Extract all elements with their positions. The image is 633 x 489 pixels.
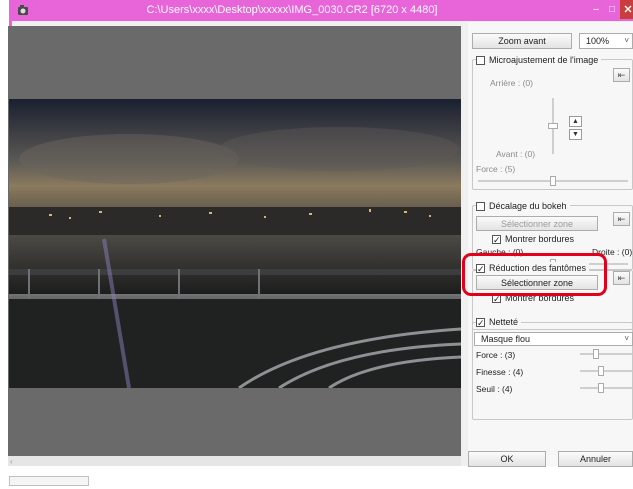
reset-icon: ⇤	[617, 214, 626, 224]
micro-down-button[interactable]: ▼	[569, 129, 582, 140]
sharpness-finesse-label: Finesse : (4)	[476, 367, 524, 377]
ghost-reset-button[interactable]: ⇤	[613, 271, 630, 285]
sharpness-checkbox-row[interactable]: Netteté	[476, 316, 522, 328]
scroll-left-icon[interactable]: ‹	[10, 457, 13, 466]
tools-panel: Zoom avant 100% ˅ Microajustement de l'i…	[468, 22, 633, 467]
cancel-button[interactable]: Annuler	[558, 451, 633, 467]
bokeh-shift-checkbox-row[interactable]: Décalage du bokeh	[476, 200, 570, 212]
ok-button[interactable]: OK	[468, 451, 546, 467]
bokeh-show-borders-checkbox[interactable]	[492, 234, 501, 244]
chevron-up-icon: ▲	[572, 118, 579, 125]
night-industrial-photo	[9, 99, 461, 388]
zoom-in-button[interactable]: Zoom avant	[472, 33, 572, 49]
micro-adjustment-checkbox-row[interactable]: Microajustement de l'image	[476, 54, 602, 66]
micro-reset-button[interactable]: ⇤	[613, 68, 630, 82]
micro-adjustment-label: Microajustement de l'image	[489, 55, 599, 65]
sharpness-finesse-thumb[interactable]	[597, 366, 604, 376]
sharpness-seuil-label: Seuil : (4)	[476, 384, 513, 394]
micro-adjust-vertical-slider[interactable]	[548, 98, 558, 154]
sharpness-force-slider[interactable]	[580, 349, 632, 359]
status-field	[9, 476, 89, 486]
sharpness-force-label: Force : (3)	[476, 350, 516, 360]
bokeh-select-zone-button[interactable]: Sélectionner zone	[476, 216, 598, 231]
micro-avant-label: Avant : (0)	[496, 149, 536, 159]
sharpness-mode-select[interactable]: Masque flou ˅	[474, 332, 633, 346]
sharpness-seuil-thumb[interactable]	[597, 383, 604, 393]
micro-force-thumb[interactable]	[550, 176, 556, 186]
sharpness-label: Netteté	[489, 317, 519, 327]
sharpness-finesse-slider[interactable]	[580, 366, 632, 376]
zoom-level-value: 100%	[586, 36, 610, 46]
reset-icon: ⇤	[617, 273, 626, 283]
close-button[interactable]	[620, 0, 633, 19]
micro-arriere-label: Arrière : (0)	[490, 78, 533, 88]
micro-adjustment-checkbox[interactable]	[476, 55, 485, 65]
bokeh-reset-button[interactable]: ⇤	[613, 212, 630, 226]
close-icon	[624, 5, 631, 13]
minimize-button[interactable]: –	[588, 0, 604, 19]
micro-adjust-thumb[interactable]	[548, 123, 558, 129]
maximize-button[interactable]: □	[604, 0, 620, 19]
micro-force-label: Force : (5)	[476, 164, 516, 174]
sharpness-mode-value: Masque flou	[481, 334, 531, 344]
bokeh-show-borders-label: Montrer bordures	[505, 234, 575, 244]
chevron-down-icon: ˅	[624, 334, 629, 343]
micro-up-button[interactable]: ▲	[569, 116, 582, 127]
sharpness-force-thumb[interactable]	[592, 349, 599, 359]
bokeh-shift-checkbox[interactable]	[476, 201, 485, 211]
horizontal-scrollbar[interactable]: ‹	[8, 456, 461, 466]
bokeh-show-borders-row[interactable]: Montrer bordures	[492, 233, 577, 245]
image-preview-pane[interactable]: ‹	[8, 26, 461, 466]
ghost-reduction-highlight	[462, 253, 607, 296]
window-title: C:\Users\xxxx\Desktop\xxxxx\IMG_0030.CR2…	[146, 4, 438, 16]
micro-force-slider[interactable]	[478, 176, 628, 186]
sharpness-seuil-slider[interactable]	[580, 383, 632, 393]
bokeh-shift-label: Décalage du bokeh	[489, 201, 567, 211]
sharpness-checkbox[interactable]	[476, 317, 485, 327]
title-bar[interactable]: C:\Users\xxxx\Desktop\xxxxx\IMG_0030.CR2…	[12, 0, 633, 21]
reset-icon: ⇤	[617, 70, 626, 80]
chevron-down-icon: ▼	[572, 131, 579, 138]
zoom-level-select[interactable]: 100% ˅	[579, 33, 633, 49]
chevron-down-icon: ˅	[624, 36, 629, 45]
